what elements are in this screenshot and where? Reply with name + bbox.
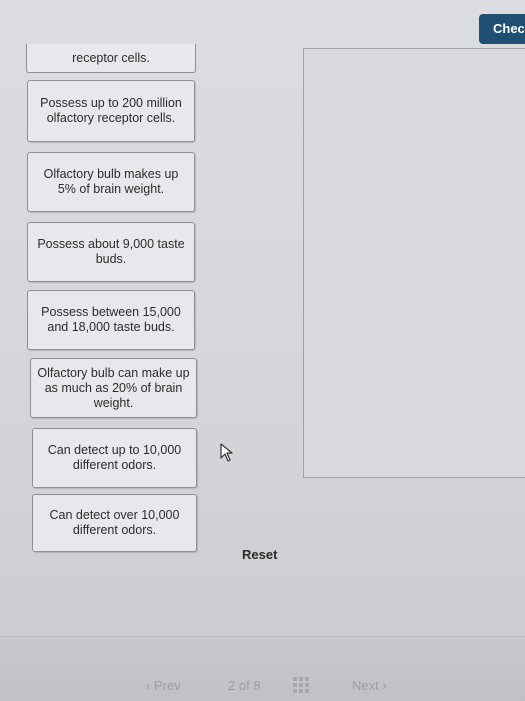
answer-card[interactable]: Olfactory bulb makes up 5% of brain weig… (27, 152, 195, 212)
prev-button[interactable]: ‹ Prev (146, 678, 181, 693)
grid-icon[interactable] (292, 676, 310, 694)
prev-label: Prev (153, 678, 181, 693)
answer-card-list: receptor cells. Possess up to 200 millio… (0, 0, 220, 560)
next-label: Next (352, 678, 379, 693)
answer-card[interactable]: Possess between 15,000 and 18,000 taste … (27, 290, 195, 350)
drop-zone[interactable] (303, 48, 525, 478)
reset-button[interactable]: Reset (242, 547, 277, 562)
answer-card[interactable]: Can detect up to 10,000 different odors. (32, 428, 197, 488)
page-indicator: 2 of 8 (228, 678, 261, 693)
answer-card[interactable]: Possess about 9,000 taste buds. (27, 222, 195, 282)
page-total: 8 (253, 678, 261, 693)
answer-card[interactable]: Can detect over 10,000 different odors. (32, 494, 197, 552)
footer-navigation (0, 636, 525, 701)
page-current: 2 (228, 678, 236, 693)
page-of: of (238, 678, 250, 693)
mouse-pointer-icon (220, 443, 233, 462)
next-button[interactable]: Next › (352, 678, 387, 693)
answer-card[interactable]: Olfactory bulb can make up as much as 20… (30, 358, 197, 418)
chevron-right-icon: › (382, 678, 387, 693)
chevron-left-icon: ‹ (146, 678, 151, 693)
answer-card-partial[interactable]: receptor cells. (26, 44, 196, 73)
check-button[interactable]: Check (479, 14, 525, 44)
answer-card[interactable]: Possess up to 200 million olfactory rece… (27, 80, 195, 142)
